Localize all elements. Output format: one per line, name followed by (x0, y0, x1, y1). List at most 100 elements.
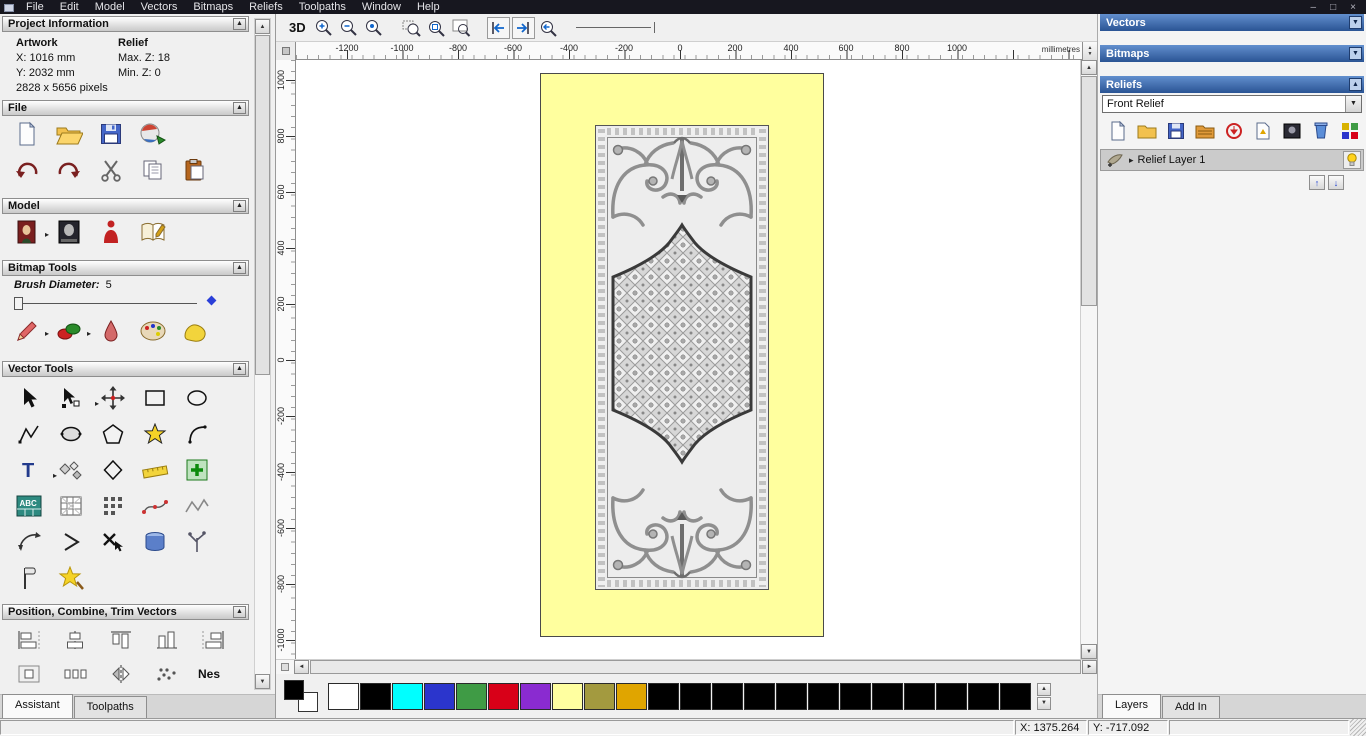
palette-scroll-down-button[interactable]: ▼ (1037, 696, 1051, 710)
slider-handle[interactable] (14, 297, 23, 310)
notes-icon[interactable] (138, 217, 168, 247)
maximize-button[interactable]: □ (1330, 2, 1336, 13)
transform-vectors-icon[interactable] (92, 380, 134, 416)
polygon-tool-icon[interactable] (92, 416, 134, 452)
ellipse-tool-icon[interactable] (176, 380, 218, 416)
palette-swatch[interactable] (584, 682, 615, 710)
layer-visibility-button[interactable] (1343, 151, 1361, 169)
polyline-tool-icon[interactable] (8, 416, 50, 452)
align-left-icon[interactable] (14, 625, 44, 655)
expand-button[interactable]: ▼ (1349, 16, 1362, 29)
measure-tool-icon[interactable] (134, 452, 176, 488)
curve-points-icon[interactable] (134, 488, 176, 524)
move-layer-down-button[interactable]: ↓ (1328, 175, 1344, 190)
export-relief-icon[interactable] (1251, 119, 1275, 143)
expand-button[interactable]: ▼ (1349, 47, 1362, 60)
palette-swatch[interactable] (328, 682, 359, 710)
undo-icon[interactable] (12, 155, 42, 185)
diamond-tool-icon[interactable] (92, 452, 134, 488)
magic-wand-icon[interactable] (50, 560, 92, 596)
menu-edit[interactable]: Edit (52, 1, 87, 14)
palette-swatch[interactable] (712, 682, 743, 710)
palette-swatch[interactable] (936, 682, 967, 710)
greyscale-view-icon[interactable] (54, 217, 84, 247)
menu-reliefs[interactable]: Reliefs (241, 1, 291, 14)
collapse-button[interactable]: ▲ (233, 363, 246, 375)
rectangle-tool-icon[interactable] (134, 380, 176, 416)
zoom-fit-icon[interactable] (450, 17, 473, 39)
align-center-icon[interactable] (60, 625, 90, 655)
fit-polyline-icon[interactable] (176, 488, 218, 524)
zoom-out-icon[interactable] (338, 17, 361, 39)
palette-swatch[interactable] (808, 682, 839, 710)
collapse-button[interactable]: ▲ (1349, 78, 1362, 91)
model-sheet[interactable] (540, 73, 824, 637)
resize-grip[interactable] (1350, 719, 1366, 736)
scroll-up-button[interactable]: ▲ (1081, 60, 1097, 75)
chevron-tool-icon[interactable] (50, 524, 92, 560)
palette-swatch[interactable] (392, 682, 423, 710)
align-right-icon[interactable] (198, 625, 228, 655)
menu-window[interactable]: Window (354, 1, 409, 14)
scroll-left-button[interactable]: ◄ (294, 660, 309, 674)
dropdown-arrow-icon[interactable]: ▼ (1345, 96, 1361, 112)
text-table-icon[interactable]: ABC (8, 488, 50, 524)
save-relief-icon[interactable] (1164, 119, 1188, 143)
menu-help[interactable]: Help (409, 1, 448, 14)
palette-swatch[interactable] (648, 682, 679, 710)
minimize-button[interactable]: – (1311, 2, 1317, 13)
scroll-right-button[interactable]: ► (1082, 660, 1097, 674)
zoom-objects-icon[interactable] (425, 17, 448, 39)
copy-icon[interactable] (138, 155, 168, 185)
horizontal-scrollbar[interactable]: ◄ ► (294, 660, 1097, 674)
menu-file[interactable]: File (18, 1, 52, 14)
reliefs-section-header[interactable]: Reliefs ▲ (1100, 76, 1364, 93)
zoom-scale-icon[interactable] (363, 17, 386, 39)
move-layer-up-button[interactable]: ↑ (1309, 175, 1325, 190)
open-relief-icon[interactable] (1135, 119, 1159, 143)
palette-swatch[interactable] (872, 682, 903, 710)
vertical-scrollbar[interactable]: ▲ ▼ (1080, 60, 1097, 659)
space-evenly-icon[interactable] (60, 659, 90, 689)
collapse-button[interactable]: ▲ (233, 262, 246, 274)
render-relief-icon[interactable] (1280, 119, 1304, 143)
scroll-down-button[interactable]: ▼ (255, 674, 270, 689)
node-editing-icon[interactable]: ▸ (50, 380, 99, 416)
next-view-icon[interactable] (511, 16, 535, 39)
texture-relief-icon[interactable] (1193, 119, 1217, 143)
primary-colour[interactable] (284, 680, 304, 700)
slider-track[interactable] (18, 303, 197, 304)
scrollbar-thumb[interactable] (255, 35, 270, 375)
point-grid-icon[interactable] (92, 488, 134, 524)
delete-relief-icon[interactable] (1309, 119, 1333, 143)
palette-swatch[interactable] (616, 682, 647, 710)
paint-pencil-icon[interactable]: ▸ (12, 316, 49, 346)
save-model-icon[interactable] (96, 119, 126, 149)
grid-tool-icon[interactable] (50, 488, 92, 524)
nest-vectors-button[interactable]: Nes (198, 667, 220, 681)
export-3d-model-icon[interactable] (138, 119, 168, 149)
close-button[interactable]: × (1350, 2, 1356, 13)
scatter-copies-icon[interactable] (152, 659, 182, 689)
new-model-icon[interactable] (12, 119, 42, 149)
menu-bitmaps[interactable]: Bitmaps (185, 1, 241, 14)
collapse-button[interactable]: ▲ (233, 606, 246, 618)
palette-swatch[interactable] (840, 682, 871, 710)
palette-swatch[interactable] (1000, 682, 1031, 710)
flagpole-tool-icon[interactable] (8, 560, 50, 596)
relief-select[interactable]: Front Relief ▼ (1102, 95, 1362, 113)
open-model-icon[interactable] (54, 119, 84, 149)
view-3d-button[interactable]: 3D (284, 18, 311, 37)
palette-swatch[interactable] (488, 682, 519, 710)
layer-expand-icon[interactable]: ▸ (1129, 155, 1134, 166)
align-top-icon[interactable] (106, 625, 136, 655)
zoom-previous-icon[interactable] (537, 17, 560, 39)
branch-tool-icon[interactable] (176, 524, 218, 560)
paste-icon[interactable] (180, 155, 210, 185)
trim-vectors-icon[interactable] (92, 524, 134, 560)
colour-shape-icon[interactable] (180, 316, 210, 346)
redo-icon[interactable] (54, 155, 84, 185)
vector-doctor-icon[interactable] (50, 452, 92, 488)
palette-swatch[interactable] (904, 682, 935, 710)
collapse-button[interactable]: ▲ (233, 200, 246, 212)
